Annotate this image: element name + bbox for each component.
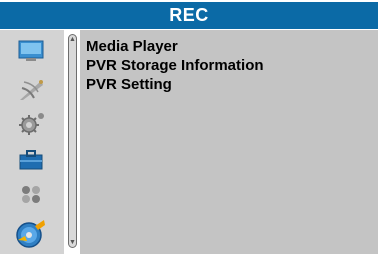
- title-bar: REC: [0, 2, 378, 29]
- page-title: REC: [169, 5, 209, 25]
- rec-submenu-list: Media Player PVR Storage Information PVR…: [86, 37, 264, 94]
- sidebar: [0, 30, 64, 254]
- system-settings-gear-icon[interactable]: [14, 110, 48, 136]
- rec-menu-screen: REC ▲ ▼ Media Player PVR Storage Informa…: [0, 0, 378, 254]
- scroll-down-arrow-icon[interactable]: ▼: [69, 239, 76, 246]
- menu-item-pvr-storage-information[interactable]: PVR Storage Information: [86, 56, 264, 75]
- scroll-up-arrow-icon[interactable]: ▲: [69, 36, 76, 43]
- rec-disc-icon[interactable]: [10, 216, 50, 250]
- channel-search-satellite-icon[interactable]: [14, 76, 48, 102]
- games-icon[interactable]: [14, 180, 48, 206]
- menu-scrollbar[interactable]: ▲ ▼: [68, 34, 77, 248]
- menu-item-pvr-setting[interactable]: PVR Setting: [86, 75, 264, 94]
- picture-monitor-icon[interactable]: [14, 38, 48, 64]
- toolbox-icon[interactable]: [14, 147, 48, 173]
- menu-item-media-player[interactable]: Media Player: [86, 37, 264, 56]
- rec-submenu-panel: Media Player PVR Storage Information PVR…: [80, 30, 378, 254]
